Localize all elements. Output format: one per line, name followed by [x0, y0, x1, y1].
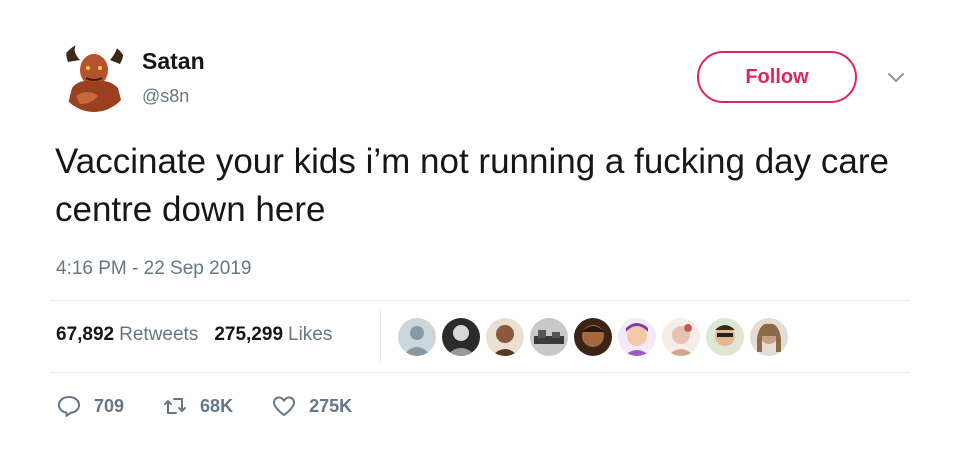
retweet-count: 68K: [200, 395, 234, 416]
retweet-icon: [164, 398, 187, 414]
like-button[interactable]: 275K: [271, 393, 352, 419]
retweet-button[interactable]: 68K: [162, 393, 233, 419]
user-avatar-icon[interactable]: [662, 318, 700, 356]
heart-icon: [273, 396, 296, 416]
user-avatar-icon[interactable]: [618, 318, 656, 356]
likes-count[interactable]: 275,299: [214, 324, 283, 346]
reply-button[interactable]: 709: [56, 393, 124, 419]
chevron-down-icon[interactable]: [882, 64, 910, 92]
default-avatar-icon[interactable]: [398, 318, 436, 356]
tweet-actions: 709 68K 275K: [56, 393, 390, 419]
engagement-stats: 67,892 Retweets 275,299 Likes: [56, 324, 348, 346]
tweet-card: Satan @s8n Follow Vaccinate your kids i’…: [0, 0, 960, 470]
user-avatar-icon[interactable]: [442, 318, 480, 356]
user-avatar-icon[interactable]: [574, 318, 612, 356]
reply-icon: [58, 396, 80, 417]
retweets-count[interactable]: 67,892: [56, 324, 114, 346]
author-handle[interactable]: @s8n: [142, 86, 189, 107]
likes-label[interactable]: Likes: [288, 324, 332, 346]
user-avatar-icon[interactable]: [530, 318, 568, 356]
tweet-text: Vaccinate your kids i’m not running a fu…: [55, 142, 889, 229]
author-name[interactable]: Satan: [142, 48, 205, 75]
liker-avatars: [398, 318, 794, 356]
like-count: 275K: [309, 395, 353, 416]
user-avatar-icon[interactable]: [750, 318, 788, 356]
retweets-label[interactable]: Retweets: [119, 324, 198, 346]
user-avatar-icon[interactable]: [706, 318, 744, 356]
reply-count: 709: [94, 395, 125, 416]
stats-separator: [380, 310, 381, 362]
user-avatar-icon[interactable]: [486, 318, 524, 356]
tweet-timestamp[interactable]: 4:16 PM - 22 Sep 2019: [56, 258, 251, 280]
follow-button[interactable]: Follow: [697, 51, 857, 103]
divider: [50, 372, 910, 373]
demon-avatar-icon[interactable]: [58, 40, 130, 112]
divider: [50, 300, 910, 301]
